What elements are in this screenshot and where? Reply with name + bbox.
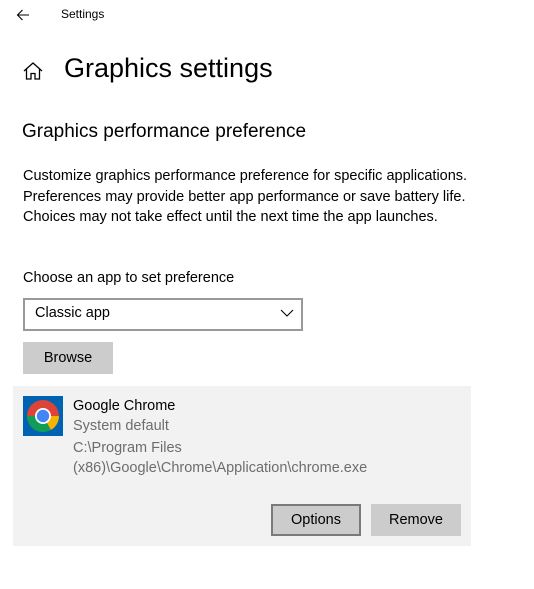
section-title: Graphics performance preference	[22, 121, 307, 142]
app-list-item[interactable]: Google Chrome System default C:\Program …	[13, 386, 471, 546]
browse-button[interactable]: Browse	[23, 342, 113, 374]
chrome-icon	[23, 396, 63, 436]
app-chooser-label: Choose an app to set preference	[23, 270, 235, 286]
back-button[interactable]	[12, 4, 34, 26]
app-preference: System default	[73, 418, 169, 434]
options-button[interactable]: Options	[271, 504, 361, 536]
back-arrow-icon	[16, 9, 29, 21]
chevron-down-icon	[280, 309, 294, 317]
title-bar: Settings	[0, 0, 534, 30]
section-description: Customize graphics performance preferenc…	[23, 168, 468, 225]
window-title: Settings	[61, 7, 105, 21]
app-type-selected-value: Classic app	[35, 305, 110, 321]
app-name: Google Chrome	[73, 398, 176, 414]
home-icon[interactable]	[22, 60, 44, 82]
page-title: Graphics settings	[64, 53, 273, 83]
app-path: C:\Program Files (x86)\Google\Chrome\App…	[73, 440, 368, 476]
app-type-dropdown[interactable]: Classic app	[23, 298, 303, 331]
remove-button[interactable]: Remove	[371, 504, 461, 536]
